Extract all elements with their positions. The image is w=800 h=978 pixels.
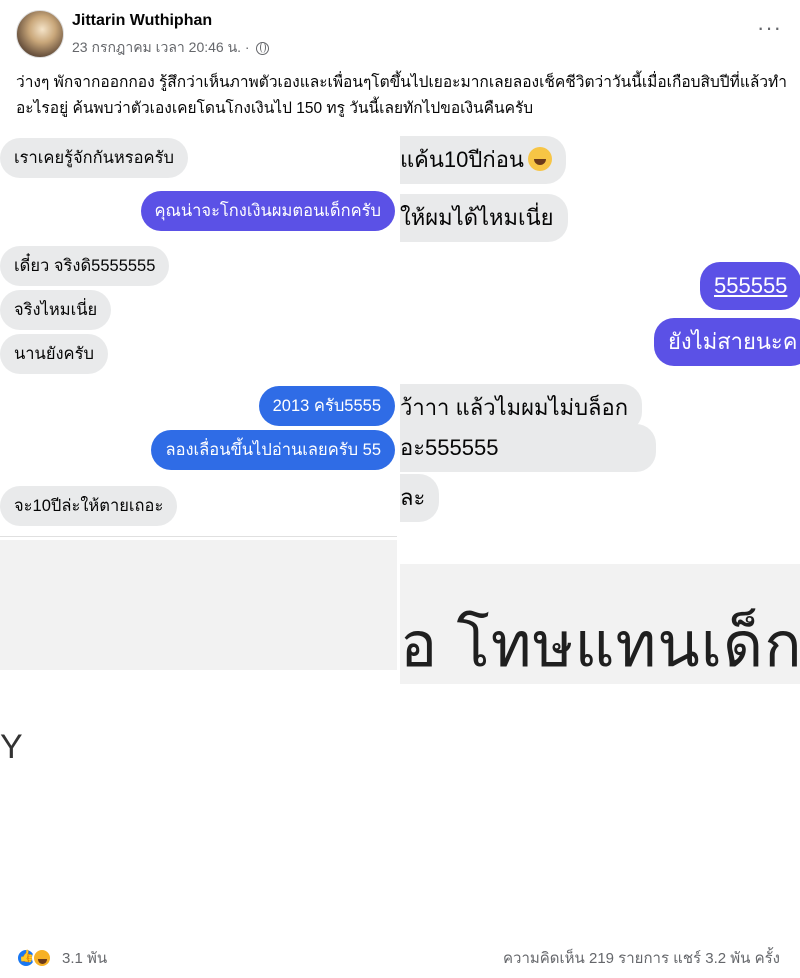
chat-bubble-sent: 555555	[700, 262, 800, 310]
chat-bubble-received: ให้ผมได้ไหมเนี่ย	[400, 194, 568, 242]
partial-text: Y	[0, 728, 23, 766]
author-name[interactable]: Jittarin Wuthiphan	[72, 12, 212, 30]
chat-screenshot-left[interactable]: เราเคยรู้จักกันหรอครับ คุณน่าจะโกงเงินผม…	[0, 128, 397, 936]
post-text: ว่างๆ พักจากออกกอง รู้สึกว่าเห็นภาพตัวเอ…	[16, 74, 787, 117]
chat-bubble-received: อะ555555	[400, 424, 656, 472]
chat-bubble-received: เดี๋ยว จริงดิ5555555	[0, 246, 170, 286]
chat-bubble-received: จะ10ปีล่ะให้ตายเถอะ	[0, 486, 178, 526]
reactions-summary[interactable]: 3.1 พัน	[16, 946, 107, 970]
post-images[interactable]: เราเคยรู้จักกันหรอครับ คุณน่าจะโกงเงินผม…	[0, 128, 800, 936]
post-meta: 23 กรกฎาคม เวลา 20:46 น. ·	[72, 37, 269, 59]
globe-icon	[255, 41, 269, 55]
comments-shares-stats[interactable]: ความคิดเห็น 219 รายการ แชร์ 3.2 พัน ครั้…	[503, 946, 780, 970]
laughing-emoji-icon	[527, 147, 552, 171]
chat-bubble-received: นานยังครับ	[0, 334, 108, 374]
more-options-button[interactable]: ···	[757, 17, 782, 39]
chat-bubble-received: ละ	[400, 474, 440, 522]
post-footer: 3.1 พัน ความคิดเห็น 219 รายการ แชร์ 3.2 …	[0, 936, 800, 978]
chat-bubble-received: แค้น10ปีก่อน	[400, 136, 566, 184]
chat-bubble-received: เราเคยรู้จักกันหรอครับ	[0, 138, 188, 178]
author-avatar[interactable]	[16, 10, 64, 58]
chat-screenshot-right[interactable]: แค้น10ปีก่อน ให้ผมได้ไหมเนี่ย 555555 ยัง…	[400, 128, 800, 936]
chat-bubble-sent: 2013 ครับ5555	[258, 386, 395, 426]
large-caption-text: อ โทษแทนเด็ก	[400, 611, 800, 680]
blurred-region	[0, 540, 397, 670]
chat-bubble-sent: คุณน่าจะโกงเงินผมตอนเด็กครับ	[140, 191, 395, 231]
post-timestamp[interactable]: 23 กรกฎาคม เวลา 20:46 น. ·	[72, 37, 250, 59]
chat-bubble-received: จริงไหมเนี่ย	[0, 290, 112, 330]
message-text: แค้น10ปีก่อน	[400, 147, 524, 172]
chat-bubble-sent: ยังไม่สายนะค	[654, 318, 800, 366]
chat-bubble-sent: ลองเลื่อนขึ้นไปอ่านเลยครับ 55	[151, 430, 395, 470]
separator-line	[0, 536, 397, 537]
reaction-count[interactable]: 3.1 พัน	[62, 946, 107, 970]
post-header: Jittarin Wuthiphan 23 กรกฎาคม เวลา 20:46…	[0, 0, 800, 64]
haha-icon	[32, 948, 52, 968]
